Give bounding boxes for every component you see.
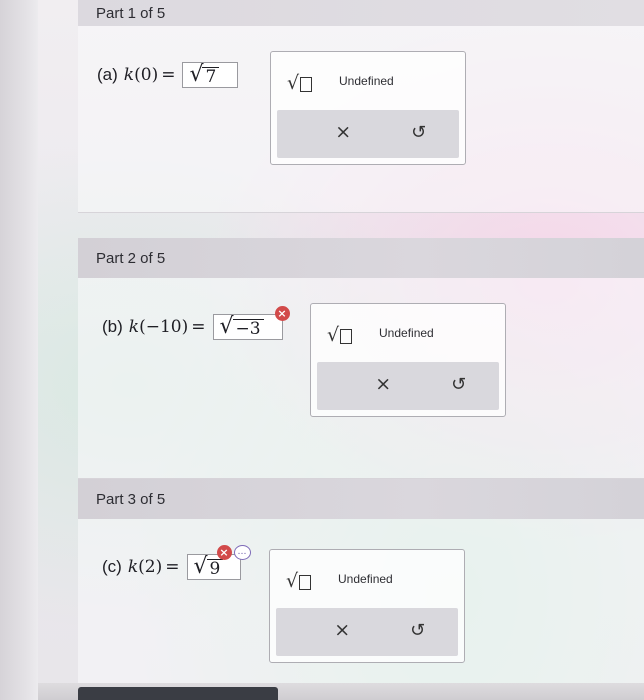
clear-icon[interactable]: × — [334, 619, 350, 641]
undefined-button[interactable]: Undefined — [339, 74, 394, 88]
question-a-function: k — [123, 65, 135, 85]
question-a: (a) k (0) = √ 7 — [97, 62, 239, 88]
sqrt-icon: √ — [287, 72, 300, 94]
question-c-label: (c) — [102, 557, 122, 576]
answer-b-radicand: −3 — [232, 319, 264, 338]
question-b-argument: −10 — [145, 317, 182, 337]
question-c-argument: 2 — [144, 557, 156, 577]
radical-symbol: √ — [193, 554, 208, 579]
part-1-title: Part 1 of 5 — [96, 4, 166, 22]
radical-symbol: √ — [219, 314, 234, 339]
answer-a-radicand: 7 — [202, 67, 220, 86]
part-2-title: Part 2 of 5 — [96, 249, 166, 267]
part-3-header: Part 3 of 5 — [78, 479, 644, 519]
bottom-bezel — [38, 683, 644, 700]
undo-icon[interactable]: ↺ — [411, 122, 426, 143]
question-b-function: k — [128, 317, 140, 337]
sqrt-template-button[interactable]: √ — [287, 72, 313, 94]
sqrt-template-button[interactable]: √ — [286, 570, 312, 592]
answer-a-radical: √ 7 — [189, 62, 220, 87]
palette-toolbar: × ↺ — [277, 110, 459, 158]
question-c-function: k — [127, 557, 139, 577]
more-options-icon[interactable]: … — [233, 545, 251, 560]
answer-a-input[interactable]: √ 7 — [182, 62, 239, 88]
sqrt-icon: √ — [286, 570, 299, 592]
bottom-bar — [78, 687, 278, 700]
answer-b-palette: √ Undefined × ↺ — [310, 303, 506, 417]
undo-icon[interactable]: ↺ — [410, 620, 425, 641]
undo-icon[interactable]: ↺ — [451, 374, 466, 395]
answer-b-radical: √ −3 — [220, 316, 264, 338]
sqrt-icon: √ — [327, 324, 340, 346]
clear-icon[interactable]: × — [375, 373, 391, 395]
part-3-title: Part 3 of 5 — [96, 490, 166, 508]
answer-a-palette: √ Undefined × ↺ — [270, 51, 466, 165]
answer-c-palette: √ Undefined × ↺ — [269, 549, 465, 663]
answer-c-radicand: 9 — [206, 559, 224, 578]
sqrt-template-button[interactable]: √ — [327, 324, 353, 346]
error-icon: × — [216, 545, 232, 560]
question-c: (c) k (2) = √ 9 × … — [102, 545, 251, 580]
question-b-label: (b) — [102, 317, 123, 336]
part-1-header: Part 1 of 5 — [78, 0, 644, 26]
clear-icon[interactable]: × — [335, 121, 351, 143]
question-a-argument: 0 — [140, 65, 152, 85]
question-a-label: (a) — [97, 65, 118, 84]
answer-c-input[interactable]: √ 9 × … — [186, 545, 251, 580]
part-2-header: Part 2 of 5 — [78, 238, 644, 278]
undefined-button[interactable]: Undefined — [338, 572, 393, 586]
left-bezel — [0, 0, 38, 700]
undefined-button[interactable]: Undefined — [379, 326, 434, 340]
palette-toolbar: × ↺ — [317, 362, 499, 410]
error-icon: × — [274, 306, 290, 321]
palette-toolbar: × ↺ — [276, 608, 458, 656]
answer-c-radical: √ 9 — [194, 556, 224, 578]
answer-b-input[interactable]: √ −3 × — [212, 306, 290, 340]
radical-symbol: √ — [189, 62, 204, 87]
question-b: (b) k (−10) = √ −3 × — [102, 306, 290, 340]
